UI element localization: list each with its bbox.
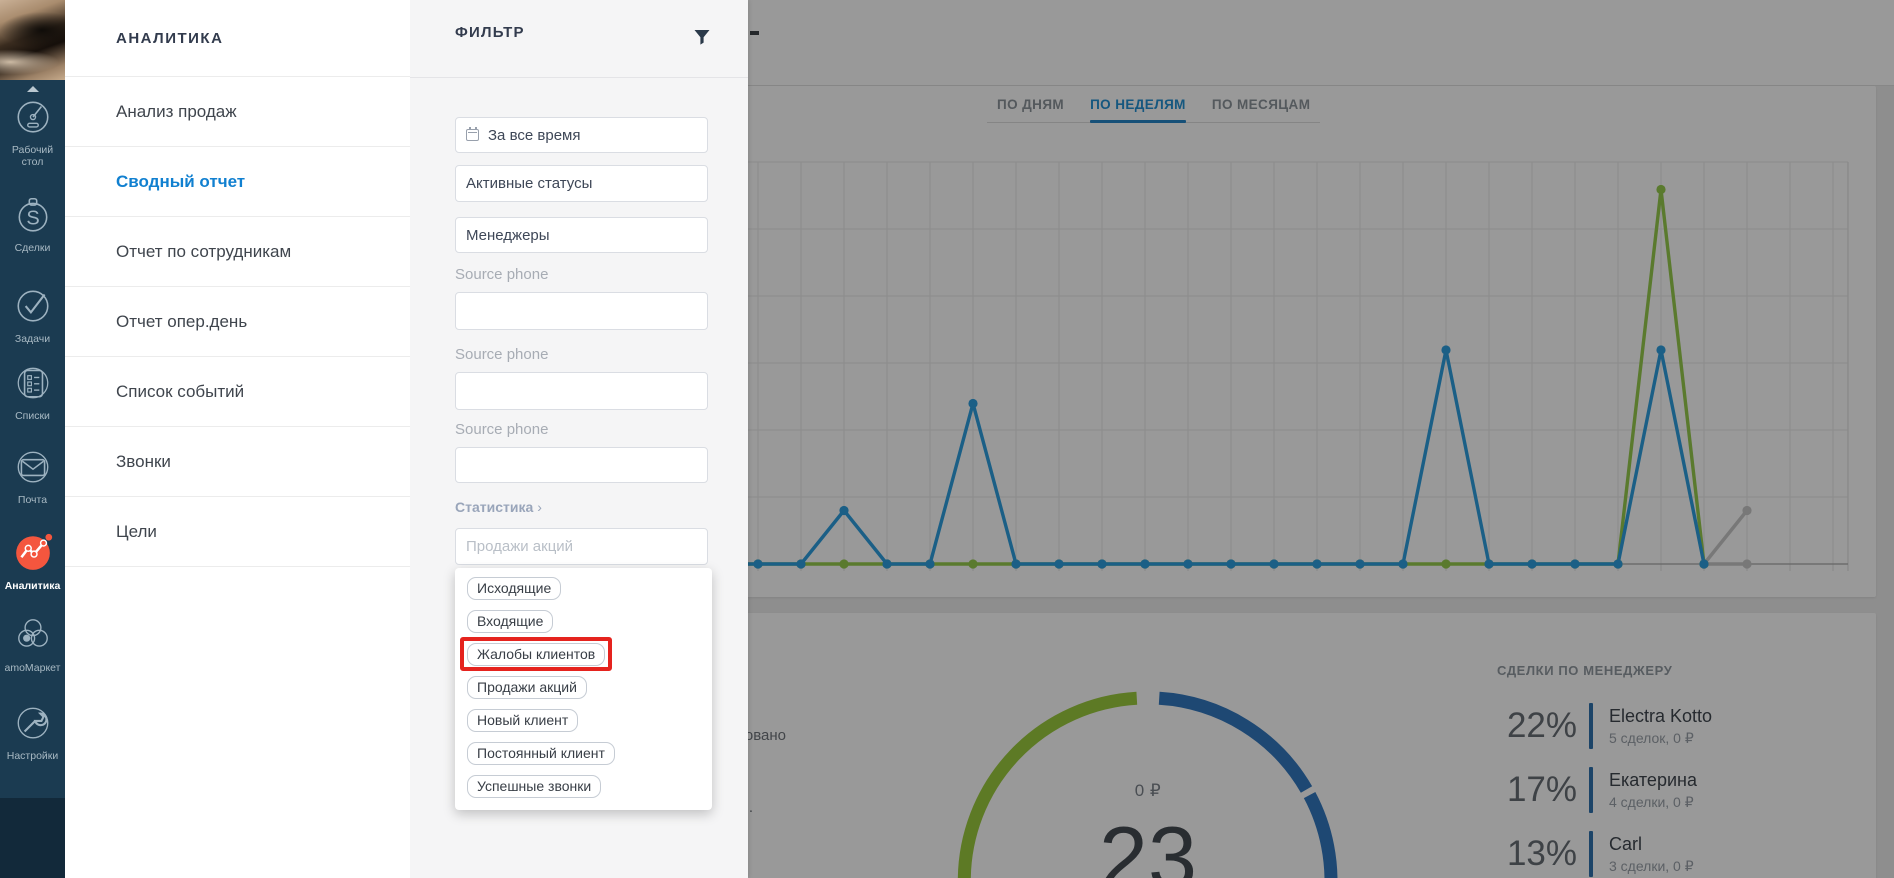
sidebar-bottom-section [0,798,65,878]
source-phone-input-3-wrap [455,447,708,483]
source-phone-input-1-wrap [455,292,708,330]
sidebar-item-deals[interactable]: S Сделки [0,194,65,254]
source-phone-input-1[interactable] [466,303,697,320]
sidebar-item-label: Аналитика [0,580,65,592]
nav-sidebar: Рабочийстол S Сделки Задачи Списки Почта Анали… [0,0,65,878]
source-phone-input-3[interactable] [466,457,697,474]
sidebar-item-market[interactable]: amoМаркет [0,614,65,674]
dropdown-option[interactable]: Продажи акций [467,676,587,699]
analytics-icon [13,532,53,572]
market-icon [13,614,53,654]
calendar-icon [466,129,479,141]
source-phone-label-1: Source phone [455,266,548,283]
account-photo[interactable] [0,0,65,80]
source-phone-input-2-wrap [455,372,708,410]
sidebar-item-settings[interactable]: Настройки [0,702,65,762]
managers-select[interactable]: Менеджеры [455,217,708,253]
dropdown-option[interactable]: Постоянный клиент [467,742,615,765]
statuses-value: Активные статусы [466,175,592,192]
menu-item[interactable]: Сводный отчет [65,147,410,217]
sidebar-item-analytics[interactable]: Аналитика [0,532,65,592]
menu-item[interactable]: Анализ продаж [65,77,410,147]
analytics-menu-title: АНАЛИТИКА [65,0,410,77]
filter-title: ФИЛЬТР [455,24,525,41]
filter-header: ФИЛЬТР [410,0,748,78]
dropdown-option[interactable]: Исходящие [467,577,561,600]
statistics-input[interactable] [466,538,697,555]
dropdown-option[interactable]: Входящие [467,610,553,633]
sidebar-item-lists[interactable]: Списки [0,362,65,422]
sidebar-item-label: Рабочийстол [0,144,65,168]
dropdown-option[interactable]: Жалобы клиентов [467,643,605,666]
source-phone-label-3: Source phone [455,421,548,438]
menu-item[interactable]: Отчет по сотрудникам [65,217,410,287]
statistics-input-wrap [455,528,708,565]
managers-value: Менеджеры [466,227,550,244]
sidebar-item-mail[interactable]: Почта [0,446,65,506]
analytics-menu: АНАЛИТИКА Анализ продажСводный отчетОтче… [65,0,410,878]
sidebar-item-label: amoМаркет [0,662,65,674]
statuses-select[interactable]: Активные статусы [455,165,708,202]
active-marker-icon [27,86,39,92]
sidebar-item-label: Задачи [0,333,65,345]
source-phone-input-2[interactable] [466,383,697,400]
statistics-label: Статистика› [455,499,542,515]
funnel-icon[interactable] [693,28,711,46]
menu-item[interactable]: Звонки [65,427,410,497]
sidebar-item-label: Списки [0,410,65,422]
date-range-value: За все время [488,127,580,144]
mail-icon [13,446,53,486]
menu-item[interactable]: Список событий [65,357,410,427]
source-phone-label-2: Source phone [455,346,548,363]
sidebar-item-label: Сделки [0,242,65,254]
tasks-icon [13,285,53,325]
sidebar-item-tasks[interactable]: Задачи [0,285,65,345]
app-window: ПО ДНЯМПО НЕДЕЛЯМПО МЕСЯЦАМ Реализовано … [0,0,1894,878]
dropdown-option[interactable]: Новый клиент [467,709,578,732]
menu-item[interactable]: Отчет опер.день [65,287,410,357]
dropdown-option[interactable]: Успешные звонки [467,775,601,798]
settings-icon [13,702,53,742]
sidebar-item-dashboard[interactable]: Рабочийстол [0,86,65,168]
date-range-select[interactable]: За все время [455,117,708,153]
sidebar-item-label: Настройки [0,750,65,762]
chevron-right-icon: › [537,499,542,515]
svg-text:S: S [26,208,39,230]
deals-icon: S [13,194,53,234]
dashboard-icon [13,96,53,136]
dim-overlay [748,0,1894,878]
lists-icon [13,362,53,402]
filter-drawer: ФИЛЬТР За все время Активные статусы Мен… [410,0,748,878]
menu-item[interactable]: Цели [65,497,410,567]
statistics-dropdown: Исходящие Входящие Жалобы клиентов Продажи … [455,568,712,810]
sidebar-item-label: Почта [0,494,65,506]
